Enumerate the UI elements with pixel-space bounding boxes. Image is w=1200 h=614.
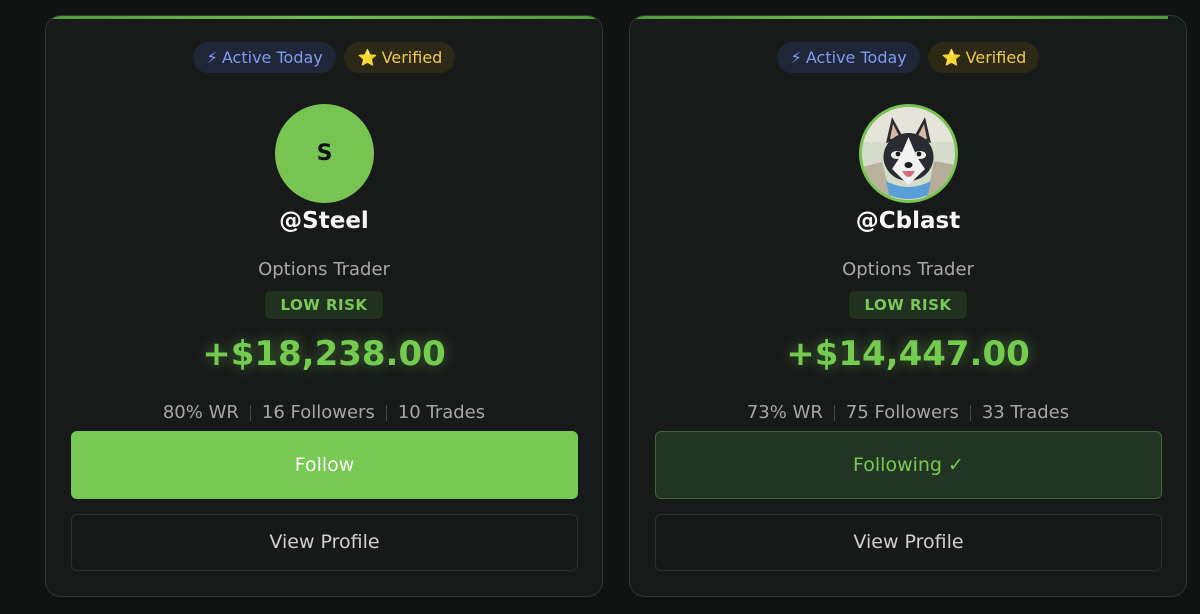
- verified-badge: ⭐ Verified: [343, 42, 456, 73]
- verified-badge: ⭐ Verified: [927, 42, 1040, 73]
- view-profile-button[interactable]: View Profile: [71, 514, 578, 571]
- trader-handle[interactable]: @Cblast: [630, 208, 1186, 234]
- avatar[interactable]: S: [275, 104, 374, 203]
- stats-row: 73% WR 75 Followers 33 Trades: [630, 402, 1186, 423]
- avatar[interactable]: [859, 104, 958, 203]
- profit-amount: +$18,238.00: [202, 334, 446, 374]
- win-rate: 80% WR: [162, 402, 239, 423]
- star-icon: ⭐: [941, 48, 962, 67]
- follow-button[interactable]: Follow: [71, 431, 578, 499]
- verified-label: Verified: [381, 48, 443, 67]
- trader-role: Options Trader: [258, 259, 390, 280]
- risk-row: LOW RISK: [630, 291, 1186, 319]
- star-icon: ⭐: [357, 48, 378, 67]
- profit-amount: +$14,447.00: [786, 334, 1030, 374]
- card-accent-line: [630, 16, 1168, 19]
- view-profile-button[interactable]: View Profile: [655, 514, 1162, 571]
- followers-count: 75 Followers: [845, 402, 959, 423]
- card-accent-line: [46, 16, 602, 19]
- lightning-icon: ⚡: [206, 48, 218, 67]
- following-button[interactable]: Following ✓: [655, 431, 1162, 499]
- active-today-badge: ⚡ Active Today: [776, 42, 920, 73]
- risk-badge: LOW RISK: [265, 291, 383, 319]
- verified-label: Verified: [965, 48, 1027, 67]
- trades-count: 33 Trades: [981, 402, 1070, 423]
- husky-dog-photo: [862, 107, 955, 200]
- trader-card-cblast: ⚡ Active Today ⭐ Verified @Cblast Option…: [629, 15, 1187, 597]
- stat-divider: [385, 404, 387, 421]
- stat-divider: [833, 404, 835, 421]
- active-today-badge: ⚡ Active Today: [192, 42, 336, 73]
- trader-cards-page: ⚡ Active Today ⭐ Verified S @Steel Options…: [0, 0, 1200, 614]
- trades-count: 10 Trades: [397, 402, 486, 423]
- badge-row: ⚡ Active Today ⭐ Verified: [46, 42, 602, 73]
- risk-row: LOW RISK: [46, 291, 602, 319]
- trader-card-steel: ⚡ Active Today ⭐ Verified S @Steel Options…: [45, 15, 603, 597]
- stat-divider: [249, 404, 251, 421]
- active-today-label: Active Today: [805, 48, 907, 67]
- active-today-label: Active Today: [221, 48, 323, 67]
- badge-row: ⚡ Active Today ⭐ Verified: [630, 42, 1186, 73]
- lightning-icon: ⚡: [790, 48, 802, 67]
- followers-count: 16 Followers: [261, 402, 375, 423]
- risk-badge: LOW RISK: [849, 291, 967, 319]
- stat-divider: [969, 404, 971, 421]
- trader-role: Options Trader: [842, 259, 974, 280]
- win-rate: 73% WR: [746, 402, 823, 423]
- stats-row: 80% WR 16 Followers 10 Trades: [46, 402, 602, 423]
- trader-handle[interactable]: @Steel: [46, 208, 602, 234]
